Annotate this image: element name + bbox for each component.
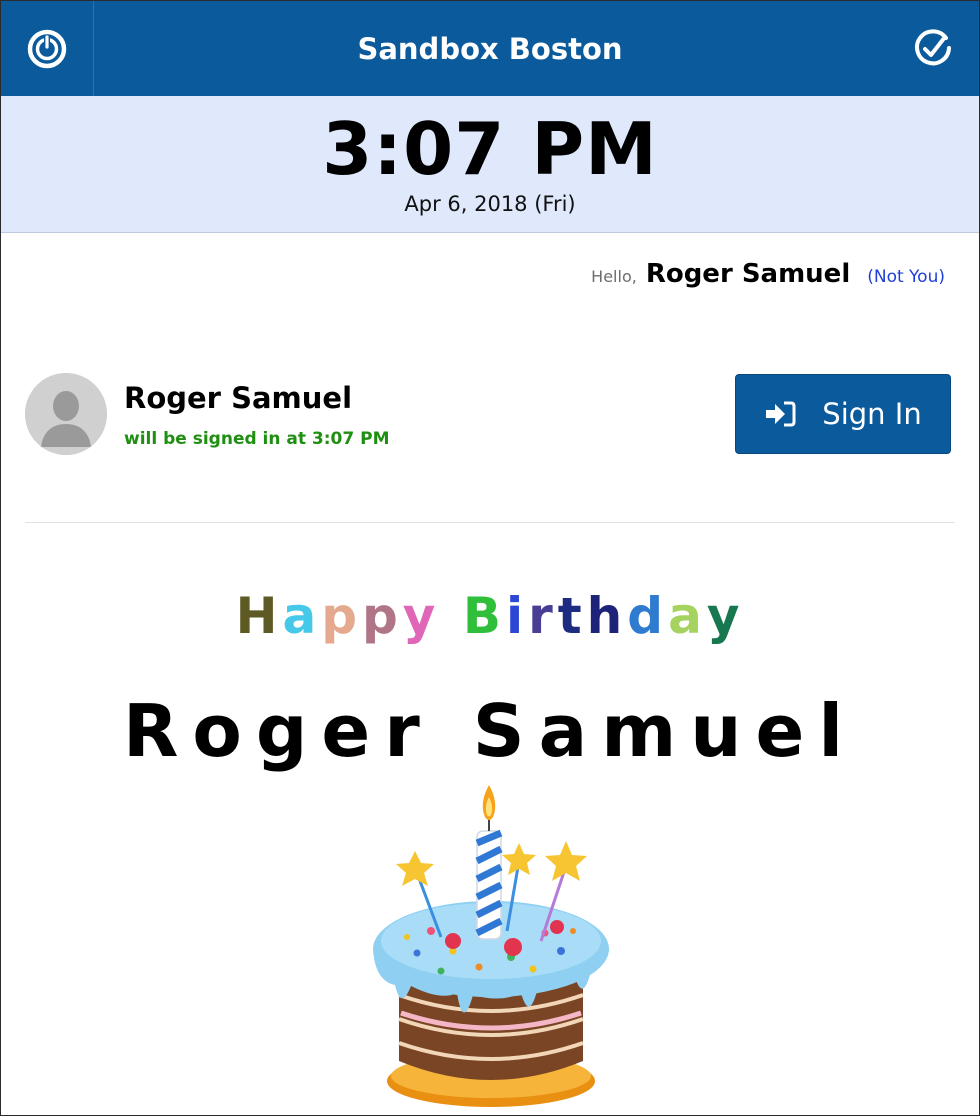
birthday-letter: a xyxy=(282,587,322,645)
birthday-letter: H xyxy=(235,587,283,645)
timesheet-button[interactable] xyxy=(887,1,979,96)
clock-panel: 3:07 PM Apr 6, 2018 (Fri) xyxy=(1,96,979,233)
sign-in-label: Sign In xyxy=(822,397,922,431)
power-button[interactable] xyxy=(1,1,94,96)
app-header: Sandbox Boston xyxy=(1,1,979,96)
birthday-letter: d xyxy=(627,587,669,645)
birthday-name: Roger Samuel xyxy=(122,689,858,773)
avatar xyxy=(25,373,107,455)
signin-status: will be signed in at 3:07 PM xyxy=(124,429,390,449)
birthday-letter: r xyxy=(528,587,558,645)
birthday-letter: p xyxy=(321,587,362,645)
birthday-letter: y xyxy=(706,587,745,645)
current-time: 3:07 PM xyxy=(322,107,658,191)
greeting-name: Roger Samuel xyxy=(645,259,851,289)
birthday-cake-icon xyxy=(373,785,609,1107)
birthday-letter: t xyxy=(557,587,587,645)
kiosk-window: Sandbox Boston 3:07 PM Apr 6, 2018 (Fri)… xyxy=(0,0,980,1116)
birthday-letter: i xyxy=(505,587,529,645)
section-divider xyxy=(25,522,955,523)
app-title: Sandbox Boston xyxy=(357,31,623,66)
power-icon xyxy=(27,29,67,68)
current-date: Apr 6, 2018 (Fri) xyxy=(404,192,576,216)
birthday-letter: h xyxy=(586,587,628,645)
user-avatar-icon xyxy=(25,373,107,455)
sign-in-icon xyxy=(766,401,796,427)
birthday-letter: B xyxy=(462,587,506,645)
employee-name: Roger Samuel xyxy=(124,381,353,415)
happy-birthday-heading: Happy Birthday xyxy=(1,576,979,656)
hello-label: Hello, xyxy=(591,267,637,286)
clock-check-icon xyxy=(915,28,951,65)
birthday-letter: p xyxy=(362,587,403,645)
birthday-letter xyxy=(440,576,462,656)
sign-in-button[interactable]: Sign In xyxy=(735,374,951,454)
birthday-letter: y xyxy=(402,587,441,645)
not-you-link[interactable]: (Not You) xyxy=(867,267,945,287)
greeting-row: Hello, Roger Samuel (Not You) xyxy=(591,259,945,289)
birthday-letter: a xyxy=(668,587,707,645)
